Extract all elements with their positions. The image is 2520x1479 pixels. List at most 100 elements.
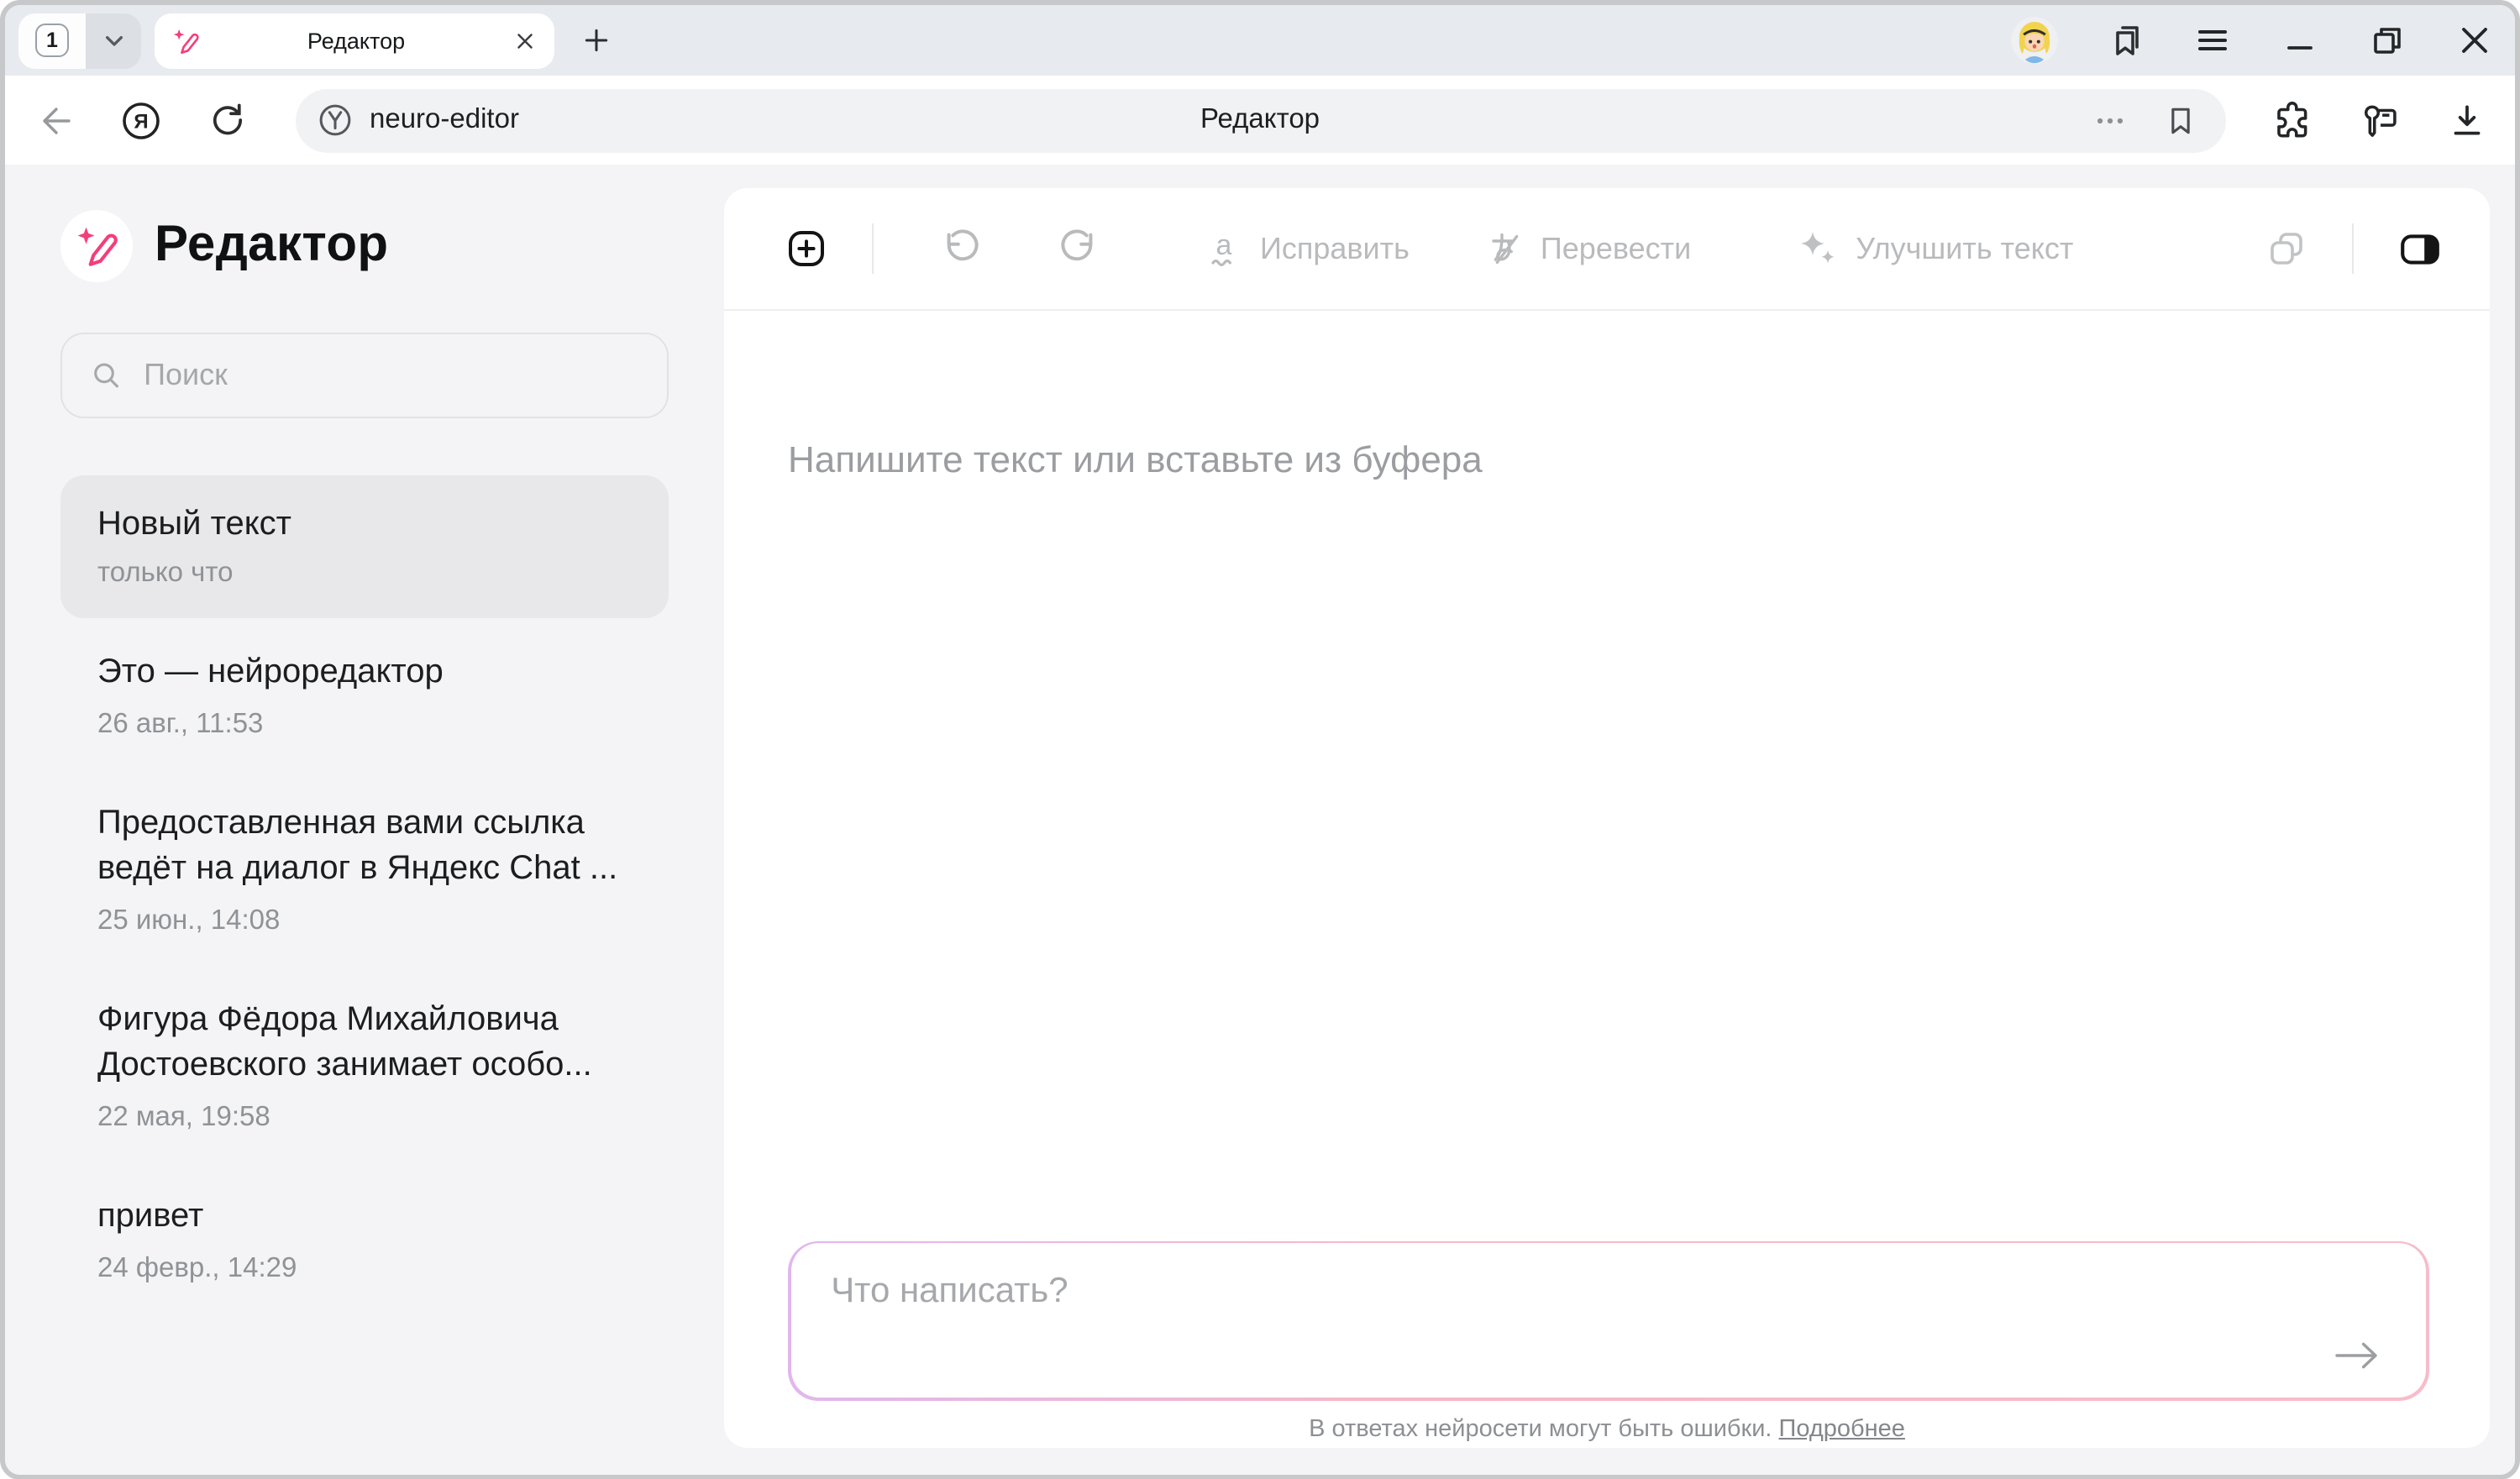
avatar-image xyxy=(2011,17,2058,64)
translate-button[interactable]: Перевести xyxy=(1483,228,1691,269)
tab-count-badge: 1 xyxy=(35,24,69,57)
back-button[interactable] xyxy=(32,98,76,142)
tab-close-icon[interactable] xyxy=(512,28,538,53)
reload-button[interactable] xyxy=(207,99,249,141)
translate-label: Перевести xyxy=(1541,231,1691,266)
document-item[interactable]: привет 24 февр., 14:29 xyxy=(60,1162,669,1314)
copy-icon xyxy=(2265,227,2308,270)
hamburger-menu-icon xyxy=(2192,20,2233,60)
close-icon xyxy=(2454,20,2495,60)
editor-placeholder[interactable]: Напишите текст или вставьте из буфера xyxy=(788,438,2490,482)
restore-window-button[interactable] xyxy=(2367,20,2407,60)
prompt-box xyxy=(788,1240,2429,1400)
bookmarks-panel-button[interactable] xyxy=(2105,20,2145,60)
document-title: привет xyxy=(97,1194,632,1240)
extensions-button[interactable] xyxy=(2271,99,2313,141)
new-document-button[interactable] xyxy=(785,227,828,270)
ai-disclaimer: В ответах нейросети могут быть ошибки. П… xyxy=(724,1415,2490,1442)
document-item[interactable]: Предоставленная вами ссылка ведёт на диа… xyxy=(60,769,669,966)
app-logo-row: Редактор xyxy=(60,208,669,282)
window-controls xyxy=(2011,17,2495,64)
site-favicon-icon xyxy=(316,101,354,139)
download-icon xyxy=(2446,99,2488,141)
search-input[interactable] xyxy=(140,356,640,395)
undo-button[interactable] xyxy=(941,227,984,270)
tab-title: Редактор xyxy=(200,28,512,53)
document-title: Предоставленная вами ссылка ведёт на диа… xyxy=(97,801,632,892)
tab-group-control: 1 xyxy=(18,13,141,68)
fix-text-button[interactable]: a Исправить xyxy=(1206,228,1410,269)
svg-text:Я: Я xyxy=(134,110,148,133)
url-text: neuro-editor xyxy=(370,104,519,136)
plus-square-icon xyxy=(785,227,828,270)
bookmarks-icon xyxy=(2105,20,2145,60)
document-item-selected[interactable]: Новый текст только что xyxy=(60,475,669,618)
magic-pencil-icon xyxy=(74,223,119,268)
copy-button[interactable] xyxy=(2265,227,2308,270)
svg-text:a: a xyxy=(1216,229,1232,261)
documents-sidebar: Редактор Новый текст только что Это — не… xyxy=(5,165,724,1474)
app-title: Редактор xyxy=(155,217,389,274)
prompt-input[interactable] xyxy=(790,1243,2427,1398)
downloads-button[interactable] xyxy=(2446,99,2488,141)
password-manager-button[interactable] xyxy=(2359,99,2401,141)
ellipsis-icon xyxy=(2092,102,2129,139)
document-title: Это — нейроредактор xyxy=(97,650,632,695)
reload-icon xyxy=(207,99,249,141)
document-date: только что xyxy=(97,558,632,590)
document-date: 26 авг., 11:53 xyxy=(97,709,632,741)
document-date: 25 июн., 14:08 xyxy=(97,905,632,937)
close-window-button[interactable] xyxy=(2454,20,2495,60)
site-actions-button[interactable] xyxy=(2092,102,2129,139)
tab-counter-button[interactable]: 1 xyxy=(18,13,86,68)
url-field[interactable]: neuro-editor xyxy=(296,88,2226,152)
minimize-icon xyxy=(2280,20,2320,60)
arrow-right-icon xyxy=(2333,1337,2383,1374)
redo-icon xyxy=(1055,227,1099,270)
disclaimer-link[interactable]: Подробнее xyxy=(1779,1415,1905,1442)
document-item[interactable]: Фигура Фёдора Михайловича Достоевского з… xyxy=(60,966,669,1162)
panel-toggle-icon xyxy=(2397,226,2443,271)
app-logo xyxy=(60,209,133,281)
undo-icon xyxy=(941,227,984,270)
spellcheck-icon: a xyxy=(1206,228,1243,269)
address-bar: Я neuro-editor Редактор xyxy=(5,76,2515,165)
add-bookmark-button[interactable] xyxy=(2162,102,2199,139)
sparkles-icon xyxy=(1795,227,1839,270)
tab-list-button[interactable] xyxy=(86,13,141,68)
restore-icon xyxy=(2367,20,2407,60)
toggle-sidebar-button[interactable] xyxy=(2397,226,2443,271)
user-avatar[interactable] xyxy=(2011,17,2058,64)
magic-pencil-favicon-icon xyxy=(171,26,200,55)
browser-tab-editor[interactable]: Редактор xyxy=(155,13,554,68)
new-tab-button[interactable] xyxy=(571,15,622,66)
document-item[interactable]: Это — нейроредактор 26 авг., 11:53 xyxy=(60,618,669,769)
app-content: Редактор Новый текст только что Это — не… xyxy=(5,165,2515,1474)
redo-button[interactable] xyxy=(1055,227,1099,270)
yandex-home-button[interactable]: Я xyxy=(119,98,163,142)
browser-menu-button[interactable] xyxy=(2192,20,2233,60)
editor-toolbar: a Исправить Перевести xyxy=(724,188,2490,311)
minimize-window-button[interactable] xyxy=(2280,20,2320,60)
fix-text-label: Исправить xyxy=(1260,231,1410,266)
send-prompt-button[interactable] xyxy=(2333,1337,2383,1374)
back-arrow-icon xyxy=(32,98,76,142)
document-date: 24 февр., 14:29 xyxy=(97,1253,632,1285)
disclaimer-text: В ответах нейросети могут быть ошибки. xyxy=(1309,1415,1772,1442)
chevron-down-icon xyxy=(97,24,130,57)
search-box[interactable] xyxy=(60,333,669,418)
puzzle-icon xyxy=(2271,99,2313,141)
document-date: 22 мая, 19:58 xyxy=(97,1102,632,1134)
tab-strip: 1 Редактор xyxy=(5,5,2515,76)
improve-text-button[interactable]: Улучшить текст xyxy=(1795,227,2073,270)
search-icon xyxy=(89,356,123,395)
yandex-logo-icon: Я xyxy=(119,98,163,142)
translate-icon xyxy=(1483,228,1524,269)
browser-window: 1 Редактор xyxy=(0,0,2520,1479)
editor-panel: a Исправить Перевести xyxy=(724,188,2490,1447)
key-cards-icon xyxy=(2359,99,2401,141)
document-title: Новый текст xyxy=(97,504,632,544)
bookmark-flag-icon xyxy=(2162,102,2199,139)
document-title: Фигура Фёдора Михайловича Достоевского з… xyxy=(97,998,632,1088)
plus-icon xyxy=(580,24,613,57)
